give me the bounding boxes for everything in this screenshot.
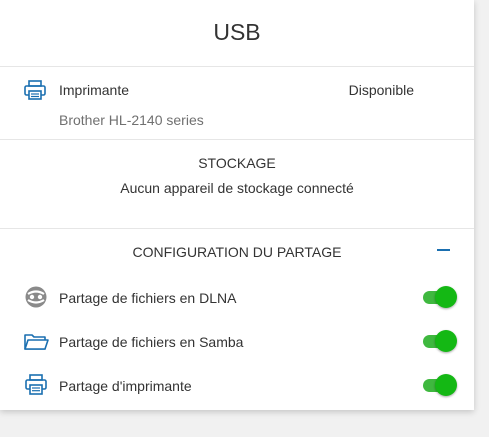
printer-share-toggle[interactable] bbox=[421, 374, 458, 396]
sharing-header: CONFIGURATION DU PARTAGE bbox=[0, 230, 474, 272]
dlna-toggle[interactable] bbox=[421, 286, 458, 308]
printer-icon bbox=[24, 80, 46, 100]
storage-message: Aucun appareil de stockage connecté bbox=[120, 180, 354, 196]
dlna-icon bbox=[23, 286, 49, 308]
printer-name: Imprimante bbox=[59, 82, 130, 98]
storage-section: STOCKAGE Aucun appareil de stockage conn… bbox=[0, 141, 474, 229]
share-item-samba: Partage de fichiers en Samba bbox=[0, 319, 474, 363]
printer-icon bbox=[23, 374, 49, 396]
samba-toggle[interactable] bbox=[421, 330, 458, 352]
printer-status: Disponible bbox=[348, 82, 414, 98]
minus-icon bbox=[437, 249, 450, 251]
collapse-button[interactable] bbox=[435, 242, 453, 260]
printer-device-row: Imprimante Disponible Brother HL-2140 se… bbox=[0, 68, 474, 140]
storage-heading: STOCKAGE bbox=[198, 155, 276, 171]
printer-model: Brother HL-2140 series bbox=[59, 112, 204, 128]
usb-panel: USB Imprimante Disponible Brother HL-214… bbox=[0, 0, 474, 410]
panel-title: USB bbox=[0, 0, 474, 67]
share-item-dlna: Partage de fichiers en DLNA bbox=[0, 275, 474, 319]
share-item-label: Partage de fichiers en Samba bbox=[59, 334, 244, 350]
share-item-label: Partage de fichiers en DLNA bbox=[59, 290, 237, 306]
share-item-label: Partage d'imprimante bbox=[59, 378, 192, 394]
share-item-printer: Partage d'imprimante bbox=[0, 363, 474, 407]
sharing-heading: CONFIGURATION DU PARTAGE bbox=[132, 244, 342, 260]
folder-icon bbox=[23, 330, 49, 352]
